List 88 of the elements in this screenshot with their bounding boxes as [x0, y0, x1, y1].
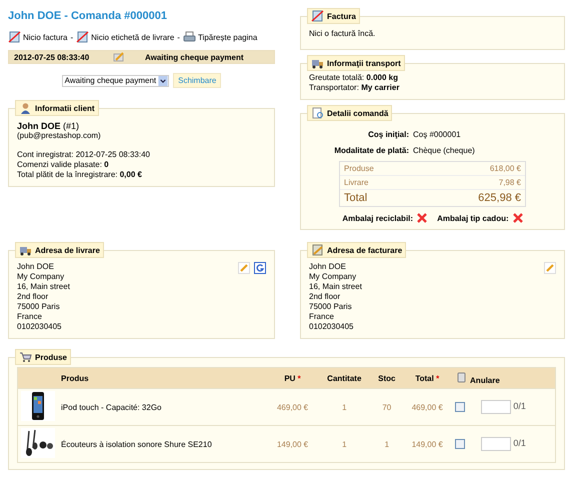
product-name: Écouteurs à isolation sonore Shure SE210 [58, 426, 268, 462]
trash-icon [455, 371, 468, 383]
page-title: John DOE - Comanda #000001 [8, 10, 168, 22]
column-header: Stoc [371, 368, 402, 388]
address-line: 75000 Paris [309, 302, 353, 312]
column-header: PU * [268, 368, 318, 388]
cart-icon [19, 351, 32, 363]
action-link[interactable]: Nicio etichetă de livrare [76, 31, 174, 43]
total-label: Produse [344, 164, 374, 173]
address-line: John DOE [17, 262, 55, 272]
column-header: Anulare [452, 368, 556, 388]
address-line: France [17, 312, 43, 322]
quantity: 1 [317, 388, 372, 426]
dropdown-arrow-icon[interactable] [158, 76, 168, 86]
quantity: 1 [317, 426, 372, 462]
refund-ratio: 0/1 [513, 438, 526, 448]
invoice-crossed-icon [8, 31, 21, 43]
address-line: John DOE [309, 262, 347, 272]
shipping-line: Greutate totală: 0.000 kg [309, 73, 399, 83]
unit-price: 149,00 € [268, 426, 318, 462]
product-name: iPod touch - Capacité: 32Go [58, 388, 268, 426]
cancel-checkbox[interactable] [455, 439, 466, 449]
truck-icon [311, 57, 324, 69]
client-info-line: Comenzi valide plasate: 0 [17, 160, 110, 170]
column-header: Cantitate [317, 368, 372, 388]
edit-icon[interactable] [544, 262, 556, 274]
quantity-input[interactable] [481, 400, 512, 414]
separator: - [70, 32, 74, 42]
detail-label: Coş iniţial: [367, 130, 409, 139]
document-search-icon [311, 107, 324, 119]
client-info-line: Cont inregistrat: 2012-07-25 08:33:40 [17, 150, 151, 160]
legend-text: Adresa de livrare [35, 246, 100, 254]
slip-crossed-icon [76, 31, 90, 43]
total-value: 618,00 € [490, 164, 521, 173]
flag-label: Ambalaj tip cadou: [437, 214, 509, 222]
address-line: My Company [309, 272, 358, 282]
invoice-text: Nici o factură încă. [309, 28, 376, 40]
stock: 1 [371, 426, 402, 462]
cancel-checkbox[interactable] [455, 402, 466, 412]
status-date: 2012-07-25 08:33:40 [14, 52, 90, 62]
client-name: John DOE (#1) [17, 121, 80, 131]
action-link[interactable]: Nicio factura [8, 31, 68, 43]
legend-text: Factura [327, 12, 356, 20]
action-link[interactable]: Tipărește pagina [182, 31, 258, 43]
row-total: 149,00 € [402, 426, 452, 462]
address-line: 0102030405 [309, 322, 354, 332]
unit-price: 469,00 € [268, 388, 318, 426]
user-icon [19, 102, 32, 114]
client-info-line: Total plătit de la înregistrare: 0,00 € [17, 170, 143, 180]
stock: 70 [371, 388, 402, 426]
detail-value: Chèque (cheque) [413, 146, 476, 155]
address-line: 16, Main street [309, 282, 362, 292]
detail-value: Coş #000001 [413, 130, 462, 139]
map-icon[interactable] [254, 262, 266, 274]
legend-text: Informaţii transport [327, 58, 401, 68]
total-label: Livrare [344, 178, 368, 187]
address-line: 2nd floor [17, 292, 50, 302]
row-total: 469,00 € [402, 388, 452, 426]
printer-icon [182, 31, 196, 43]
status-select[interactable]: Awaiting cheque payment [62, 74, 170, 86]
shipping-line: Transportator: My carrier [309, 83, 400, 93]
quantity-input[interactable] [481, 437, 512, 451]
legend-text: Produse [35, 352, 68, 362]
address-line: My Company [17, 272, 66, 282]
total-value: 625,98 € [478, 192, 521, 204]
flag-label: Ambalaj reciclabil: [342, 214, 414, 222]
client-email: (pub@prestashop.com) [17, 131, 102, 141]
address-line: France [309, 312, 335, 322]
refund-ratio: 0/1 [513, 401, 526, 412]
address-line: 2nd floor [309, 292, 342, 302]
address-line: 0102030405 [17, 322, 62, 332]
detail-label: Modalitate de plată: [333, 146, 409, 155]
legend-text: Detalii comandă [327, 108, 388, 118]
separator: - [177, 32, 180, 42]
truck-icon [19, 244, 32, 256]
address-line: 75000 Paris [17, 302, 61, 312]
legend-text: Informatii client [35, 104, 95, 112]
edit-icon[interactable] [238, 262, 250, 274]
column-header: Produs [58, 368, 268, 388]
total-label: Total [344, 192, 368, 204]
legend-text: Adresa de facturare [327, 246, 402, 254]
column-header: Total * [402, 368, 452, 388]
total-value: 7,98 € [498, 178, 521, 187]
invoice-crossed-icon [311, 10, 324, 22]
status-text: Awaiting cheque payment [145, 52, 244, 62]
pencil-icon [112, 51, 125, 63]
notepad-icon [311, 244, 324, 256]
address-line: 16, Main street [17, 282, 70, 292]
